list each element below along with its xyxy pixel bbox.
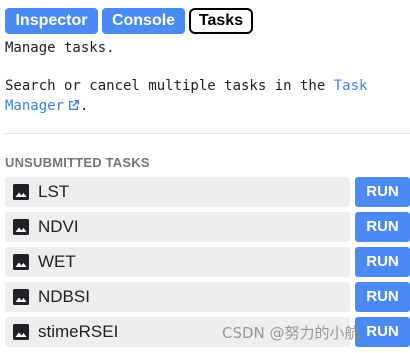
task-name: NDBSI [38, 287, 90, 306]
external-link-icon [69, 100, 80, 110]
tab-tasks[interactable]: Tasks [189, 8, 253, 34]
image-icon [13, 324, 29, 340]
search-cancel-text: Search or cancel multiple tasks in the T… [5, 78, 367, 94]
task-name: WET [38, 252, 76, 271]
task-row: NDVI RUN [5, 212, 410, 242]
run-button[interactable]: RUN [355, 177, 410, 207]
run-button[interactable]: RUN [355, 212, 410, 242]
image-icon [13, 289, 29, 305]
panel-tab-bar: Inspector Console Tasks [0, 0, 410, 36]
tab-console[interactable]: Console [102, 8, 185, 34]
task-manager-link-label: Manager [5, 98, 65, 114]
task-name: NDVI [38, 217, 79, 236]
task-manager-link-line2[interactable]: Manager [5, 98, 80, 114]
task-name-box[interactable]: stimeRSEI [5, 317, 350, 347]
task-name-box[interactable]: LST [5, 177, 350, 207]
period: . [80, 98, 89, 114]
divider [5, 133, 410, 134]
image-icon [13, 219, 29, 235]
unsubmitted-tasks-heading: UNSUBMITTED TASKS [5, 155, 150, 170]
tab-inspector[interactable]: Inspector [5, 8, 98, 34]
task-row: LST RUN [5, 177, 410, 207]
task-row: stimeRSEI RUN [5, 317, 410, 347]
search-cancel-text-continued: Manager. [5, 98, 88, 114]
run-button[interactable]: RUN [355, 317, 410, 347]
run-button[interactable]: RUN [355, 282, 410, 312]
task-row: WET RUN [5, 247, 410, 277]
task-manager-link-line1[interactable]: Task [334, 78, 368, 94]
run-button[interactable]: RUN [355, 247, 410, 277]
manage-tasks-text: Manage tasks. [5, 40, 115, 56]
image-icon [13, 184, 29, 200]
task-name: stimeRSEI [38, 322, 119, 341]
task-name-box[interactable]: NDVI [5, 212, 350, 242]
task-name-box[interactable]: NDBSI [5, 282, 350, 312]
task-name: LST [38, 182, 70, 201]
task-name-box[interactable]: WET [5, 247, 350, 277]
task-row: NDBSI RUN [5, 282, 410, 312]
search-cancel-prefix: Search or cancel multiple tasks in the [5, 78, 326, 94]
image-icon [13, 254, 29, 270]
